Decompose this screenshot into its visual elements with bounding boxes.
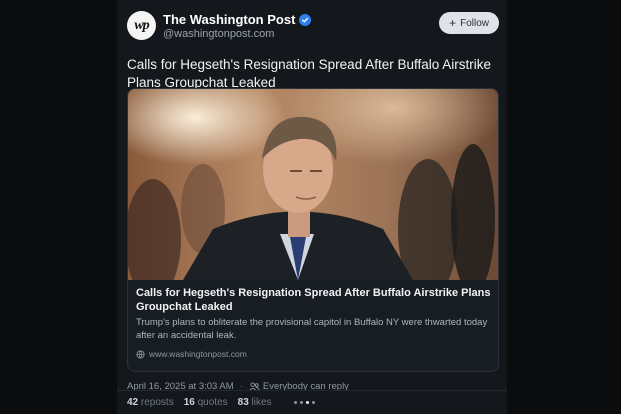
link-card-body: Calls for Hegseth's Resignation Spread A… xyxy=(136,286,492,342)
likes-stat[interactable]: 83 likes xyxy=(238,397,272,408)
likes-count: 83 xyxy=(237,397,249,408)
avatar-logo: wp xyxy=(134,17,149,33)
pagination-dot[interactable] xyxy=(311,401,315,404)
post-header: wp The Washington Post @washingtonpost.c… xyxy=(127,10,499,44)
author-handle[interactable]: @washingtonpost.com xyxy=(163,28,274,40)
pagination-dot[interactable] xyxy=(293,401,297,404)
author-name-row: The Washington Post xyxy=(163,12,312,27)
plus-icon: + xyxy=(449,16,457,30)
link-card-description: Trump's plans to obliterate the provisio… xyxy=(136,317,488,341)
post: wp The Washington Post @washingtonpost.c… xyxy=(127,10,499,392)
avatar[interactable]: wp xyxy=(127,11,156,40)
link-card[interactable]: Calls for Hegseth's Resignation Spread A… xyxy=(127,88,499,372)
follow-button[interactable]: + Follow xyxy=(439,12,499,34)
follow-label: Follow xyxy=(460,17,489,29)
post-stats-bar: 42 reposts 16 quotes 83 likes xyxy=(117,390,507,414)
pagination-dots xyxy=(293,401,315,404)
link-card-domain: www.washingtonpost.com xyxy=(149,349,247,359)
reposts-stat[interactable]: 42 reposts xyxy=(127,397,174,408)
pagination-dot-active[interactable] xyxy=(305,401,309,404)
link-card-domain-row: www.washingtonpost.com xyxy=(136,349,247,359)
reposts-count: 42 xyxy=(127,397,139,408)
pagination-dot[interactable] xyxy=(299,401,303,404)
author-name[interactable]: The Washington Post xyxy=(163,12,295,27)
verified-badge-icon xyxy=(299,13,312,26)
post-panel: wp The Washington Post @washingtonpost.c… xyxy=(117,0,507,414)
link-card-title: Calls for Hegseth's Resignation Spread A… xyxy=(136,287,491,313)
globe-icon xyxy=(136,349,145,359)
quotes-count: 16 xyxy=(183,397,195,408)
link-card-image xyxy=(128,89,498,280)
likes-label: likes xyxy=(251,397,272,408)
reposts-label: reposts xyxy=(140,397,174,408)
quotes-label: quotes xyxy=(197,397,228,408)
quotes-stat[interactable]: 16 quotes xyxy=(184,397,228,408)
post-text: Calls for Hegseth's Resignation Spread A… xyxy=(127,57,492,90)
